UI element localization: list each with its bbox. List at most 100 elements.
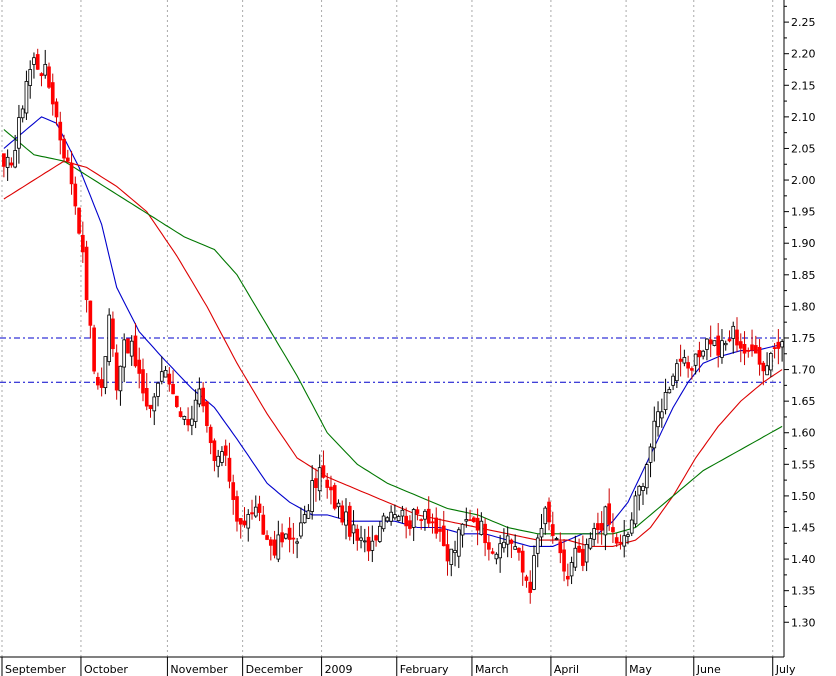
candle-body — [156, 382, 160, 397]
candle-body — [498, 543, 502, 559]
candle-body — [344, 511, 348, 526]
candle-body — [366, 536, 371, 552]
candle-body — [35, 54, 40, 70]
candle-body — [144, 388, 149, 407]
candle-body — [494, 553, 499, 560]
candle-body — [332, 485, 337, 509]
candle-body — [678, 358, 683, 362]
candle-body — [126, 338, 130, 354]
candle-body — [532, 555, 536, 590]
candle-body — [524, 576, 529, 581]
x-tick-label: 2009 — [325, 663, 353, 676]
candle-body — [426, 508, 431, 524]
candle-body — [182, 416, 187, 420]
x-tick-label: October — [84, 663, 128, 676]
candle-body — [186, 419, 190, 426]
candle-body — [663, 392, 668, 411]
y-tick-label: 2.10 — [791, 111, 816, 124]
candle-body — [547, 501, 551, 523]
candle-body — [321, 465, 326, 478]
candle-body — [400, 509, 405, 517]
candle-body — [468, 519, 472, 522]
candle-body — [596, 523, 600, 530]
candle-body — [475, 517, 480, 531]
candle-body — [701, 350, 705, 357]
candle-body — [558, 541, 563, 554]
y-tick-label: 2.15 — [791, 79, 816, 92]
candle-body — [769, 353, 773, 371]
candle-body — [648, 446, 653, 463]
candle-body — [212, 440, 217, 461]
candle-body — [220, 451, 224, 463]
candle-body — [389, 511, 393, 522]
candle-body — [490, 551, 495, 554]
candle-body — [671, 375, 675, 386]
candle-body — [581, 548, 585, 566]
candle-body — [58, 121, 63, 141]
candle-body — [753, 345, 758, 354]
candle-body — [757, 346, 762, 365]
y-tick-label: 1.35 — [791, 585, 816, 598]
x-tick-label: July — [775, 663, 796, 676]
candle-body — [39, 73, 44, 77]
candle-body — [20, 108, 25, 119]
candle-body — [235, 496, 239, 522]
candle-body — [13, 150, 17, 168]
candle-body — [723, 342, 728, 346]
candle-body — [603, 506, 608, 536]
candle-body — [223, 445, 228, 456]
candle-body — [731, 325, 736, 339]
x-tick-label: September — [5, 663, 66, 676]
candle-body — [517, 547, 521, 553]
candle-body — [96, 376, 100, 386]
candle-body — [502, 541, 506, 549]
candle-body — [690, 368, 694, 371]
candle-body — [336, 502, 341, 508]
candle-body — [208, 426, 213, 444]
candle-body — [231, 482, 236, 500]
candle-body — [614, 537, 619, 544]
y-tick-label: 1.95 — [791, 206, 816, 219]
x-tick-label: April — [554, 663, 579, 676]
candle-body — [174, 395, 179, 407]
candle-body — [178, 411, 183, 417]
y-tick-label: 2.20 — [791, 48, 816, 61]
candle-body — [287, 527, 292, 540]
candle-body — [317, 467, 322, 492]
candle-body — [780, 341, 784, 348]
candle-body — [727, 338, 732, 342]
candle-body — [88, 300, 93, 326]
candle-body — [122, 339, 127, 368]
candle-body — [261, 514, 266, 535]
candle-body — [472, 517, 476, 523]
candle-body — [562, 549, 566, 572]
candle-body — [265, 535, 269, 540]
candle-body — [693, 353, 698, 366]
candle-body — [81, 234, 85, 253]
candle-body — [746, 349, 751, 352]
candle-body — [291, 537, 296, 540]
candle-body — [167, 373, 172, 385]
candle-body — [404, 515, 408, 527]
candle-body — [765, 365, 769, 376]
x-tick-label: November — [170, 663, 228, 676]
candle-body — [441, 525, 446, 547]
candle-body — [761, 362, 766, 372]
candle-body — [408, 520, 412, 529]
candle-body — [325, 479, 330, 488]
candle-body — [637, 485, 642, 496]
candle-body — [708, 339, 713, 345]
candle-body — [423, 510, 427, 520]
candle-body — [776, 341, 781, 349]
candle-body — [257, 503, 262, 513]
candle-body — [505, 535, 510, 545]
candle-body — [675, 363, 679, 382]
candle-body — [242, 520, 247, 526]
candle-body — [359, 537, 363, 541]
candle-body — [163, 370, 168, 378]
candle-body — [92, 327, 96, 372]
candle-body — [592, 528, 596, 540]
y-tick-label: 1.40 — [791, 553, 816, 566]
y-tick-label: 1.55 — [791, 458, 816, 471]
candle-body — [434, 517, 439, 534]
